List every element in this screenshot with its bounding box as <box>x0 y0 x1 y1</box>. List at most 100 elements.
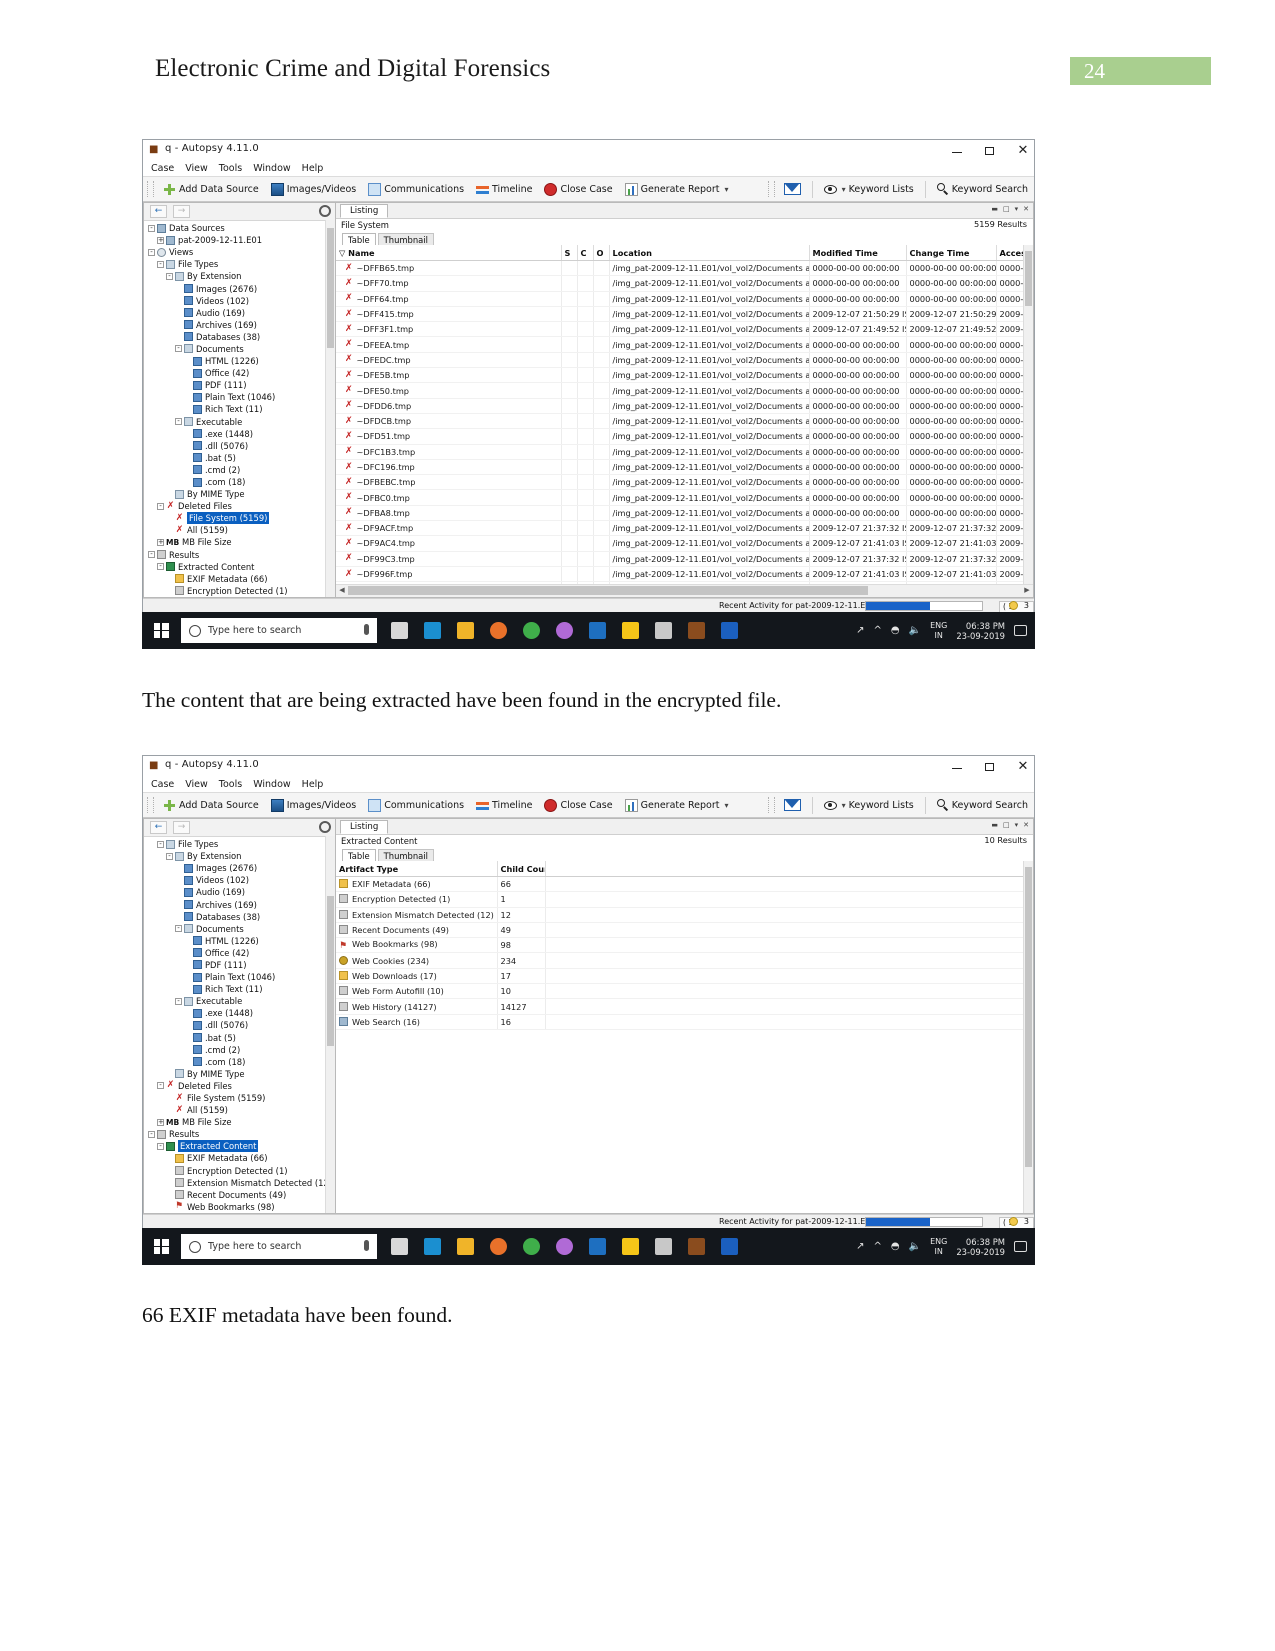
tree-item-file-system-5159[interactable]: ✗ File System (5159) <box>144 1092 335 1104</box>
tree-expander[interactable]: + <box>157 1118 164 1126</box>
tree-expander[interactable]: - <box>166 272 173 280</box>
tree-item-images-2676[interactable]: Images (2676) <box>144 862 335 874</box>
taskbar-task-view-icon[interactable] <box>383 612 416 649</box>
tree-item-executable[interactable]: - Executable <box>144 995 335 1007</box>
table-row[interactable]: ✗ ~DFFB65.tmp/img_pat-2009-12-11.E01/vol_… <box>336 260 1033 277</box>
taskbar-chrome-icon[interactable] <box>515 612 548 649</box>
tree-item-by-extension[interactable]: - By Extension <box>144 270 335 282</box>
tree-item-bat-5[interactable]: .bat (5) <box>144 1032 335 1044</box>
taskbar-file-explorer-icon[interactable] <box>449 612 482 649</box>
column-header-o[interactable]: O <box>593 245 610 261</box>
tree-item-documents[interactable]: - Documents <box>144 343 335 355</box>
volume-icon[interactable]: 🔈 <box>909 625 921 636</box>
table-vertical-scrollbar[interactable] <box>1023 245 1033 584</box>
tree-item-bat-5[interactable]: .bat (5) <box>144 452 335 464</box>
table-row[interactable]: Web Search (16) 16 <box>336 1014 1033 1030</box>
timeline-button[interactable]: Timeline <box>470 178 538 200</box>
add-data-source-button-2[interactable]: Add Data Source <box>157 794 265 816</box>
table-row[interactable]: Recent Documents (49) 49 <box>336 922 1033 939</box>
chevron-down-icon-keyword[interactable]: ▾ <box>842 185 846 194</box>
tree-item-all-5159[interactable]: ✗ All (5159) <box>144 1104 335 1116</box>
taskbar-task-view-icon[interactable] <box>383 1228 416 1265</box>
table-row[interactable]: Web History (14127) 14127 <box>336 998 1033 1015</box>
column-header-child-count[interactable]: Child Count <box>497 861 546 877</box>
tree-item-documents[interactable]: - Documents <box>144 923 335 935</box>
table-row[interactable]: ✗ ~DFF70.tmp/img_pat-2009-12-11.E01/vol_v… <box>336 275 1033 292</box>
tree-item-by-extension[interactable]: - By Extension <box>144 850 335 862</box>
add-data-source-button[interactable]: Add Data Source <box>157 178 265 200</box>
tree-item-executable[interactable]: - Executable <box>144 416 335 428</box>
tree-item-extracted-content[interactable]: - Extracted Content <box>144 1140 335 1153</box>
tree-scrollbar-2[interactable] <box>325 836 335 1213</box>
table-row[interactable]: ✗ ~DFBA8.tmp/img_pat-2009-12-11.E01/vol_v… <box>336 505 1033 522</box>
tree-item-by-mime-type[interactable]: By MIME Type <box>144 1068 335 1080</box>
notification-center-icon[interactable] <box>1014 625 1027 636</box>
close-case-button[interactable]: Close Case <box>538 178 618 200</box>
tree-item-exif-metadata-66[interactable]: EXIF Metadata (66) <box>144 573 335 585</box>
tree-item-html-1226[interactable]: HTML (1226) <box>144 935 335 947</box>
tree-expander[interactable]: - <box>157 1082 164 1090</box>
taskbar-paint-3d-icon[interactable] <box>548 1228 581 1265</box>
gear-icon[interactable] <box>319 205 331 217</box>
clock-2[interactable]: 06:38 PM 23-09-2019 <box>956 1237 1005 1257</box>
column-header-location[interactable]: Location <box>609 245 810 261</box>
tree-item-videos-102[interactable]: Videos (102) <box>144 295 335 307</box>
tree-item-all-5159[interactable]: ✗ All (5159) <box>144 524 335 536</box>
tree-expander[interactable]: - <box>157 1142 164 1150</box>
tree-item-extracted-content[interactable]: - Extracted Content <box>144 561 335 573</box>
gear-icon-2[interactable] <box>319 821 331 833</box>
taskbar-search-box[interactable]: Type here to search <box>181 618 377 643</box>
lightbulb-icon[interactable] <box>1009 601 1018 610</box>
tree-scroll-thumb[interactable] <box>327 228 334 348</box>
taskbar-firefox-icon[interactable] <box>482 1228 515 1265</box>
tree-item-extension-mismatch-detected-12[interactable]: Extension Mismatch Detected (12) <box>144 1177 335 1189</box>
taskbar-edge-icon[interactable] <box>416 612 449 649</box>
tree-item-data-sources[interactable]: - Data Sources <box>144 222 335 234</box>
images-videos-button-2[interactable]: Images/Videos <box>265 794 362 816</box>
tree-item-dll-5076[interactable]: .dll (5076) <box>144 440 335 452</box>
tree-scrollbar[interactable] <box>325 220 335 597</box>
menu-item-case[interactable]: Case <box>151 163 174 174</box>
tree-item-encryption-detected-1[interactable]: Encryption Detected (1) <box>144 585 335 597</box>
menu-item-help-2[interactable]: Help <box>302 779 324 790</box>
start-button[interactable] <box>142 612 180 649</box>
tree-item-com-18[interactable]: .com (18) <box>144 1056 335 1068</box>
table-row[interactable]: Web Form Autofill (10) 10 <box>336 983 1033 1000</box>
tree-item-cmd-2[interactable]: .cmd (2) <box>144 1044 335 1056</box>
tree-expander[interactable]: - <box>157 260 164 268</box>
mail-button[interactable] <box>778 178 807 200</box>
table-row[interactable]: ✗ ~DFBC0.tmp/img_pat-2009-12-11.E01/vol_v… <box>336 489 1033 506</box>
tree-item-mb-file-size[interactable]: + MB MB File Size <box>144 536 335 548</box>
column-header-name[interactable]: ▽ Name <box>336 245 562 261</box>
taskbar-file-explorer-icon[interactable] <box>449 1228 482 1265</box>
taskbar-word-icon[interactable] <box>713 1228 746 1265</box>
tree-expander[interactable]: - <box>148 551 155 559</box>
taskbar-outlook-icon[interactable] <box>581 1228 614 1265</box>
menu-item-case-2[interactable]: Case <box>151 779 174 790</box>
column-header-change-time[interactable]: Change Time <box>906 245 997 261</box>
tree-item-results[interactable]: - Results <box>144 549 335 561</box>
table-horizontal-scrollbar[interactable]: ◀ ▶ <box>336 584 1033 597</box>
generate-report-button[interactable]: Generate Report ▾ <box>619 178 735 200</box>
volume-icon-2[interactable]: 🔈 <box>909 1241 921 1252</box>
tree-item-databases-38[interactable]: Databases (38) <box>144 911 335 923</box>
tree-expander[interactable]: - <box>175 925 182 933</box>
artifact-vertical-scrollbar[interactable] <box>1023 861 1033 1213</box>
pane-dropdown-icon-2[interactable]: ▾ <box>1015 821 1019 829</box>
language-indicator-2[interactable]: ENG IN <box>930 1237 947 1257</box>
tree-scroll-thumb-2[interactable] <box>327 896 334 1046</box>
toolbar-grip-right[interactable] <box>767 181 775 197</box>
taskbar-search-box-2[interactable]: Type here to search <box>181 1234 377 1259</box>
share-icon-2[interactable]: ↗ <box>856 1241 864 1252</box>
tree-item-exif-metadata-66[interactable]: EXIF Metadata (66) <box>144 1152 335 1164</box>
menu-item-window[interactable]: Window <box>253 163 290 174</box>
taskbar-paint-3d-icon[interactable] <box>548 612 581 649</box>
tree-item-images-2676[interactable]: Images (2676) <box>144 282 335 294</box>
back-button[interactable]: ← <box>150 205 167 218</box>
table-row[interactable]: ✗ ~DFC196.tmp/img_pat-2009-12-11.E01/vol_… <box>336 459 1033 476</box>
tree-item-file-types[interactable]: - File Types <box>144 838 335 850</box>
generate-report-button-2[interactable]: Generate Report ▾ <box>619 794 735 816</box>
taskbar-calculator-icon[interactable] <box>647 612 680 649</box>
tree-item-office-42[interactable]: Office (42) <box>144 367 335 379</box>
network-icon[interactable]: ◓ <box>891 625 900 636</box>
